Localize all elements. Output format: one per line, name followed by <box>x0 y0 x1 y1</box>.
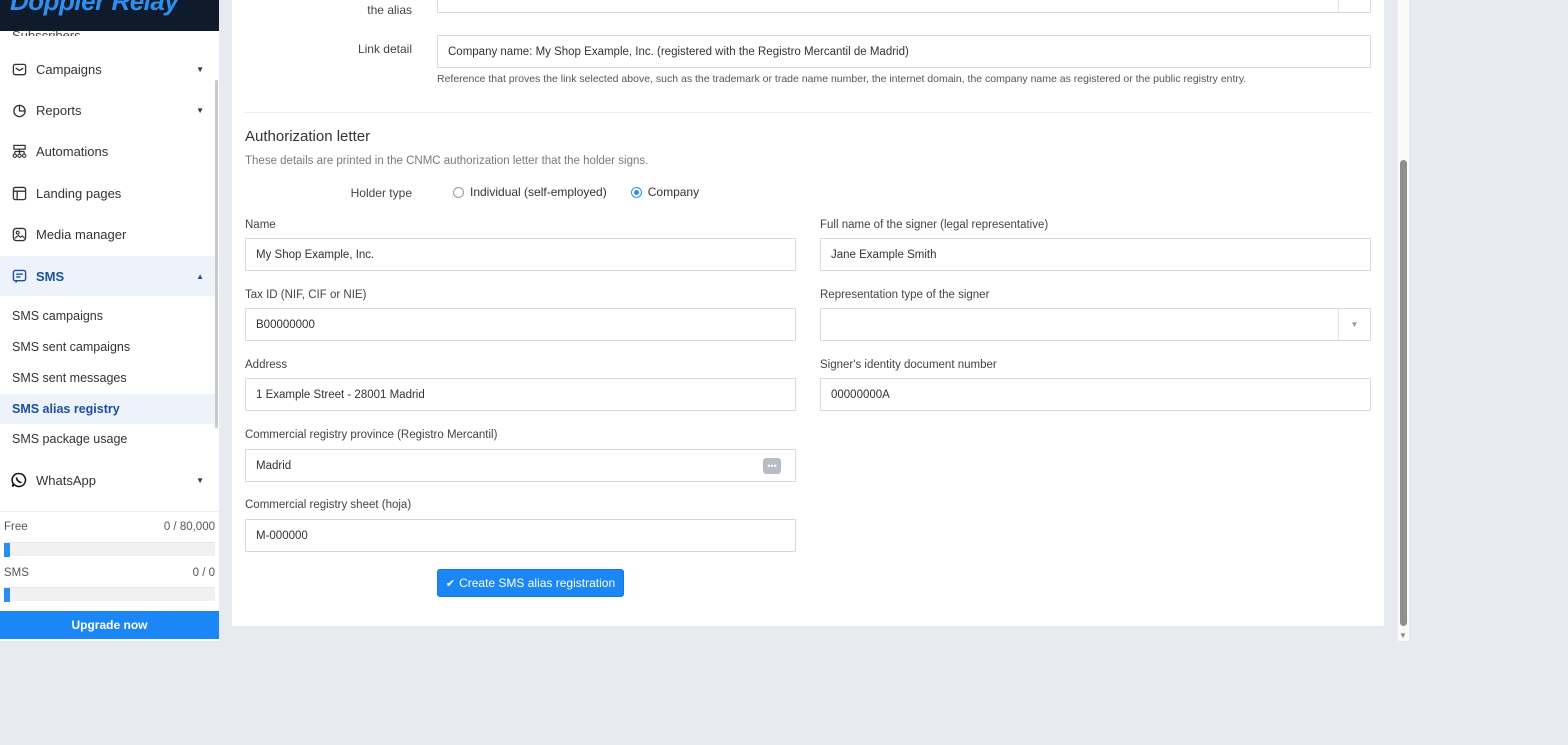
sidebar-item-sms[interactable]: SMS ▲ <box>0 256 215 296</box>
signer-name-label: Full name of the signer (legal represent… <box>820 219 1049 231</box>
divider <box>0 511 219 512</box>
link-detail-help: Reference that proves the link selected … <box>437 73 1247 85</box>
usage-free-value: 0 / 80,000 <box>163 521 215 533</box>
holder-option-company-label: Company <box>647 185 700 199</box>
holder-option-individual-label: Individual (self-employed) <box>470 185 607 199</box>
envelope-icon <box>11 61 27 77</box>
sidebar-item-whatsapp[interactable]: WhatsApp ▼ <box>0 460 215 500</box>
alias-field-addon[interactable] <box>1338 0 1370 12</box>
holder-option-company[interactable]: Company <box>630 185 700 199</box>
section-title: Authorization letter <box>245 128 371 145</box>
brand-logo[interactable]: Doppler Relay <box>10 0 179 17</box>
rep-type-select[interactable]: ▼ <box>820 308 1371 341</box>
chevron-up-icon: ▲ <box>196 271 204 281</box>
image-icon <box>11 226 27 242</box>
province-value: Madrid <box>256 459 292 472</box>
usage-free-bar <box>4 542 215 557</box>
section-description: These details are printed in the CNMC au… <box>245 155 649 167</box>
chevron-down-icon: ▼ <box>196 475 204 485</box>
brand-header: Doppler Relay <box>0 0 219 31</box>
upgrade-button[interactable]: Upgrade now <box>0 611 219 639</box>
signer-doc-input[interactable]: 00000000A <box>820 378 1371 411</box>
usage-sms-label: SMS <box>4 567 29 579</box>
flow-icon <box>11 143 27 159</box>
usage-free-label: Free <box>4 521 28 533</box>
sidebar-subitem-sms-sent-messages[interactable]: SMS sent messages <box>0 363 215 393</box>
province-input[interactable]: Madrid ••• <box>245 449 796 482</box>
sidebar-item-label: Reports <box>36 102 82 118</box>
sidebar-item-media-manager[interactable]: Media manager <box>0 214 215 254</box>
alias-field[interactable] <box>437 0 1371 13</box>
radio-individual[interactable] <box>453 186 464 198</box>
chevron-down-icon: ▼ <box>196 64 204 74</box>
sidebar-item-label: Automations <box>36 143 109 159</box>
check-icon: ✔ <box>445 577 456 590</box>
sidebar-item-landing-pages[interactable]: Landing pages <box>0 173 215 213</box>
holder-option-individual[interactable]: Individual (self-employed) <box>453 185 607 199</box>
pie-chart-icon <box>11 102 27 118</box>
create-registration-button[interactable]: ✔ Create SMS alias registration <box>437 569 624 597</box>
tax-id-label: Tax ID (NIF, CIF or NIE) <box>245 289 367 301</box>
page-scrollbar-thumb[interactable] <box>1400 160 1407 626</box>
usage-sms: SMS 0 / 0 <box>4 567 215 579</box>
link-detail-label: Link detail <box>357 42 412 56</box>
sidebar: Doppler Relay Subscribers Campaigns ▼ Re… <box>0 0 219 641</box>
sidebar-subitem-sms-package-usage[interactable]: SMS package usage <box>0 424 215 454</box>
name-label: Name <box>245 219 276 231</box>
usage-sms-bar <box>4 587 215 602</box>
scroll-down-arrow-icon[interactable]: ▼ <box>1399 631 1407 640</box>
address-input[interactable]: 1 Example Street - 28001 Madrid <box>245 378 796 411</box>
sidebar-item-label: Media manager <box>36 226 127 242</box>
signer-name-input[interactable]: Jane Example Smith <box>820 238 1371 271</box>
message-icon <box>11 268 27 284</box>
section-divider <box>245 112 1371 113</box>
sidebar-item-label: WhatsApp <box>36 472 96 488</box>
usage-sms-value: 0 / 0 <box>192 567 215 579</box>
usage-free-fill <box>4 543 10 557</box>
sidebar-subitem-sms-sent-campaigns[interactable]: SMS sent campaigns <box>0 332 215 362</box>
link-detail-input[interactable]: Company name: My Shop Example, Inc. (reg… <box>437 35 1371 68</box>
sidebar-item-label: SMS <box>36 268 65 284</box>
holder-type-radio-group: Individual (self-employed) Company <box>453 185 699 199</box>
chevron-down-icon: ▼ <box>196 105 204 115</box>
sidebar-scrollbar[interactable] <box>215 80 218 428</box>
sidebar-subitem-sms-campaigns[interactable]: SMS campaigns <box>0 301 215 331</box>
tax-id-input[interactable]: B00000000 <box>245 308 796 341</box>
holder-type-label: Holder type <box>350 186 412 200</box>
sidebar-item-label: Campaigns <box>36 61 102 77</box>
usage-free: Free 0 / 80,000 <box>4 521 215 533</box>
create-registration-label: Create SMS alias registration <box>459 576 616 590</box>
sidebar-item-reports[interactable]: Reports ▼ <box>0 90 215 130</box>
radio-company[interactable] <box>630 186 642 198</box>
sheet-input[interactable]: M-000000 <box>245 519 796 552</box>
sidebar-item-automations[interactable]: Automations <box>0 131 215 171</box>
sidebar-item-subscribers[interactable]: Subscribers <box>12 28 81 36</box>
sheet-label: Commercial registry sheet (hoja) <box>245 499 412 511</box>
rep-type-label: Representation type of the signer <box>820 289 990 301</box>
alias-label: the alias <box>367 3 412 17</box>
chevron-down-icon[interactable]: ▼ <box>1338 309 1370 340</box>
layout-icon <box>11 185 27 201</box>
signer-doc-label: Signer's identity document number <box>820 359 997 371</box>
sidebar-item-campaigns[interactable]: Campaigns ▼ <box>0 49 215 89</box>
sidebar-subitem-sms-alias-registry[interactable]: SMS alias registry <box>0 394 215 424</box>
sidebar-item-label: Landing pages <box>36 185 122 201</box>
more-options-icon[interactable]: ••• <box>763 458 781 474</box>
province-label: Commercial registry province (Registro M… <box>245 429 498 441</box>
usage-sms-fill <box>4 588 10 602</box>
address-label: Address <box>245 359 288 371</box>
whatsapp-icon <box>11 472 27 488</box>
name-input[interactable]: My Shop Example, Inc. <box>245 238 796 271</box>
